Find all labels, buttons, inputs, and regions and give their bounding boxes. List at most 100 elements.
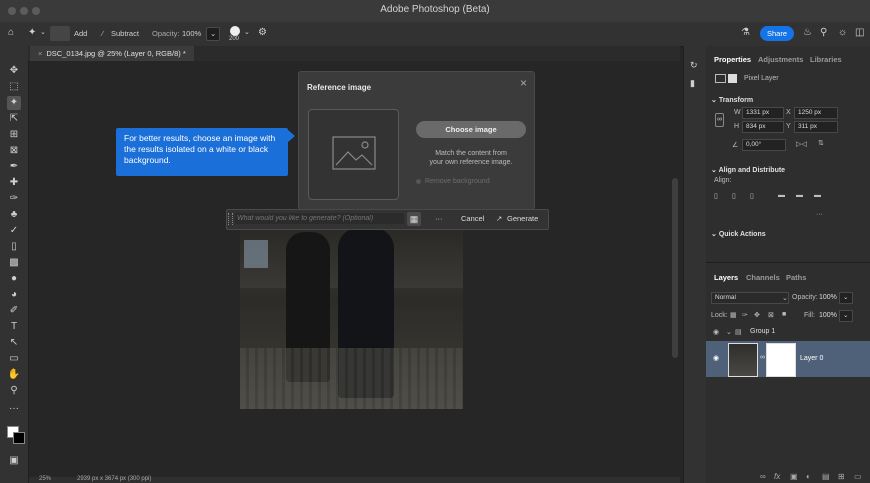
layer-mask-thumbnail[interactable] <box>766 343 796 377</box>
marquee-tool-icon[interactable]: ⬚ <box>7 80 21 94</box>
cancel-button[interactable]: Cancel <box>461 214 484 223</box>
remove-background-toggle[interactable]: Remove background <box>416 178 490 185</box>
vertical-scrollbar[interactable] <box>672 178 678 358</box>
x-field[interactable]: 1250 px <box>794 107 838 119</box>
tab-layers[interactable]: Layers <box>710 270 742 286</box>
more-align-options[interactable]: ··· <box>816 211 823 218</box>
more-options-button[interactable]: ··· <box>435 214 443 223</box>
brush-preset-icon[interactable] <box>230 26 240 36</box>
tab-libraries[interactable]: Libraries <box>806 52 846 68</box>
eraser-tool-icon[interactable]: ▯ <box>7 240 21 254</box>
search-icon[interactable]: ⚲ <box>820 27 827 38</box>
gradient-tool-icon[interactable]: ▩ <box>7 256 21 270</box>
align-middle-icon[interactable]: ▬ <box>796 192 803 199</box>
blur-tool-icon[interactable]: ● <box>7 272 21 286</box>
document-tab[interactable]: × DSC_0134.jpg @ 25% (Layer 0, RGB/8) * <box>30 46 194 61</box>
group-name[interactable]: Group 1 <box>750 328 775 335</box>
drag-handle[interactable] <box>228 213 233 225</box>
lock-transparent-icon[interactable]: ▦ <box>730 311 737 319</box>
quick-actions-header[interactable]: ⌄ Quick Actions <box>711 230 766 238</box>
fill-value[interactable]: 100% <box>819 312 837 319</box>
tab-paths[interactable]: Paths <box>782 270 810 286</box>
lock-all-icon[interactable]: ■ <box>782 311 786 318</box>
brush-tool-icon[interactable]: ✑ <box>7 192 21 206</box>
group-visibility-eye-icon[interactable]: ◉ <box>713 328 719 336</box>
align-right-icon[interactable]: ▯ <box>750 192 754 200</box>
pen-tool-icon[interactable]: ✐ <box>7 304 21 318</box>
lock-pixels-icon[interactable]: ✑ <box>742 311 748 319</box>
align-top-icon[interactable]: ▬ <box>778 192 785 199</box>
object-select-tool-icon[interactable]: ⇱ <box>7 112 21 126</box>
opacity-dropdown[interactable]: ⌄ <box>206 27 220 41</box>
transform-section-header[interactable]: ⌄ Transform <box>711 96 753 104</box>
align-section-header[interactable]: ⌄ Align and Distribute <box>711 166 785 174</box>
healing-brush-tool-icon[interactable]: ✚ <box>7 176 21 190</box>
lock-artboard-icon[interactable]: ⊠ <box>768 311 774 319</box>
blend-mode-select[interactable]: Normal <box>711 292 789 304</box>
subtract-mode-button[interactable]: Subtract <box>111 29 139 38</box>
brush-chevron-icon[interactable]: ⌄ <box>244 28 250 36</box>
flask-icon[interactable]: ⚗ <box>741 27 750 38</box>
history-brush-tool-icon[interactable]: ✓ <box>7 224 21 238</box>
adjustment-layer-icon[interactable]: ◐ <box>806 472 811 481</box>
lasso-tool-icon[interactable]: ✦ <box>7 96 21 110</box>
quick-mask-icon[interactable]: ▣ <box>7 454 21 468</box>
hand-tool-icon[interactable]: ✋ <box>7 368 21 382</box>
new-group-icon[interactable]: ▤ <box>822 472 830 481</box>
reference-image-icon[interactable]: ▦ <box>407 212 421 226</box>
group-chevron-icon[interactable]: ⌄ <box>726 328 732 336</box>
share-button[interactable]: Share <box>760 26 794 41</box>
home-icon[interactable]: ⌂ <box>8 27 14 38</box>
chevron-down-icon[interactable]: ⌄ <box>40 28 46 36</box>
trash-icon[interactable]: ▭ <box>854 472 862 481</box>
history-panel-icon[interactable]: ↻ <box>690 60 698 71</box>
angle-field[interactable]: 0,00° <box>742 139 786 151</box>
choose-image-button[interactable]: Choose image <box>416 121 526 138</box>
layer-row-selected[interactable]: ◉ ∞ Layer 0 <box>706 341 870 377</box>
more-tools-icon[interactable]: ··· <box>7 402 21 416</box>
lightbulb-icon[interactable]: ☼ <box>838 27 847 38</box>
align-bottom-icon[interactable]: ▬ <box>814 192 821 199</box>
generate-button[interactable]: Generate <box>507 214 538 223</box>
layer-name[interactable]: Layer 0 <box>800 355 823 362</box>
dodge-tool-icon[interactable]: ◕ <box>7 288 21 302</box>
workspace-icon[interactable]: ◫ <box>855 27 864 38</box>
link-layers-icon[interactable]: ∞ <box>760 472 766 481</box>
width-field[interactable]: 1331 px <box>742 107 784 119</box>
type-tool-icon[interactable]: T <box>7 320 21 334</box>
tab-channels[interactable]: Channels <box>742 270 784 286</box>
selection-brush-icon[interactable]: ✦ <box>28 27 36 38</box>
zoom-level[interactable]: 25% <box>39 476 51 482</box>
crop-tool-icon[interactable]: ⊞ <box>7 128 21 142</box>
add-mode-button[interactable]: Add <box>74 29 87 38</box>
add-mask-icon[interactable]: ▣ <box>790 472 798 481</box>
fx-icon[interactable]: fx <box>774 472 780 481</box>
settings-gear-icon[interactable]: ⚙ <box>258 27 267 38</box>
y-field[interactable]: 311 px <box>794 121 838 133</box>
layer-visibility-eye-icon[interactable]: ◉ <box>713 354 719 362</box>
mask-link-icon[interactable]: ∞ <box>760 354 765 361</box>
document-image[interactable] <box>240 228 463 409</box>
lock-position-icon[interactable]: ✥ <box>754 311 760 319</box>
layer-opacity-dropdown[interactable]: ⌄ <box>839 292 853 304</box>
frame-tool-icon[interactable]: ⊠ <box>7 144 21 158</box>
path-select-tool-icon[interactable]: ↖ <box>7 336 21 350</box>
new-layer-icon[interactable]: ⊞ <box>838 472 845 481</box>
layer-opacity-value[interactable]: 100% <box>819 294 837 301</box>
align-left-icon[interactable]: ▯ <box>714 192 718 200</box>
link-dimensions-icon[interactable]: ∞ <box>715 113 724 127</box>
clone-stamp-tool-icon[interactable]: ♣ <box>7 208 21 222</box>
bell-icon[interactable]: ♨ <box>803 27 812 38</box>
tab-close-icon[interactable]: × <box>38 49 42 58</box>
flip-vertical-icon[interactable]: ⇅ <box>818 139 824 147</box>
move-tool-icon[interactable]: ✥ <box>7 64 21 78</box>
fill-dropdown[interactable]: ⌄ <box>839 310 853 322</box>
flip-horizontal-icon[interactable]: ▷◁ <box>796 140 807 148</box>
comments-panel-icon[interactable]: ▮ <box>690 78 695 89</box>
opacity-value[interactable]: 100% <box>182 29 201 38</box>
height-field[interactable]: 834 px <box>742 121 784 133</box>
zoom-tool-icon[interactable]: ⚲ <box>7 384 21 398</box>
eyedropper-tool-icon[interactable]: ✒ <box>7 160 21 174</box>
align-center-icon[interactable]: ▯ <box>732 192 736 200</box>
close-icon[interactable]: × <box>520 76 527 90</box>
